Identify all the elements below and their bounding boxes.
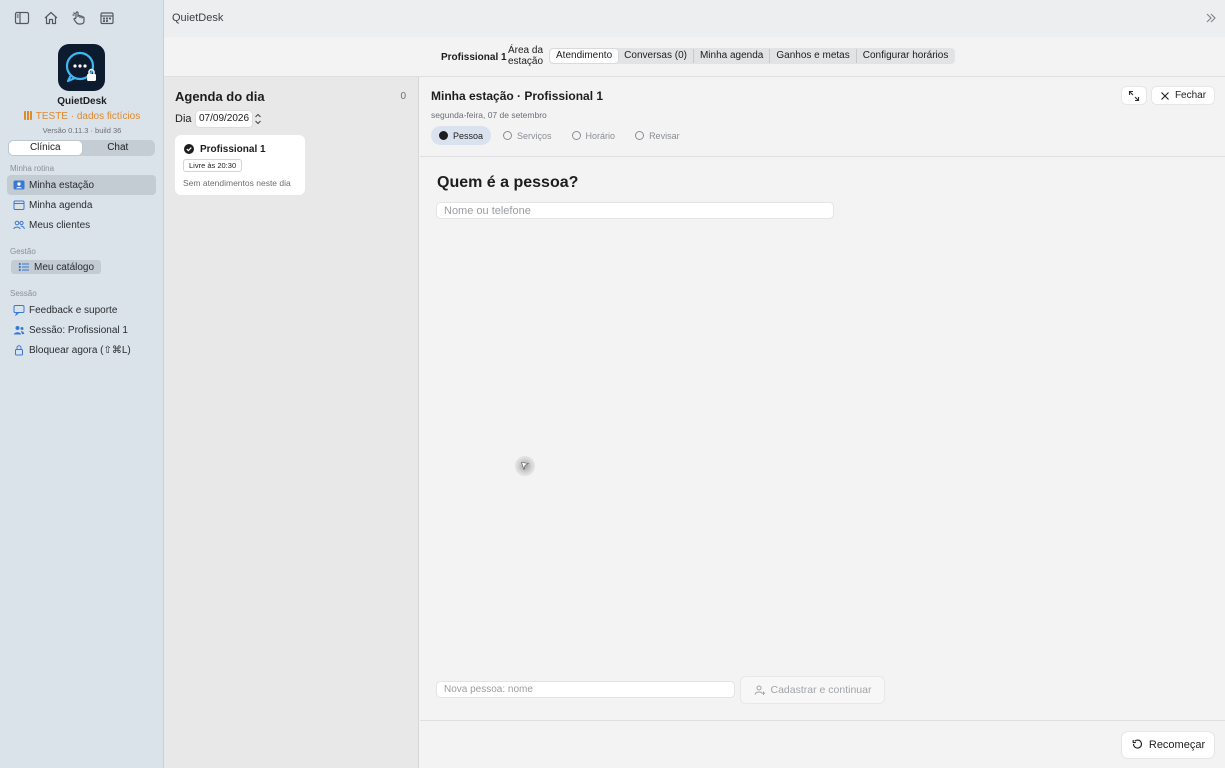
date-stepper[interactable] xyxy=(254,111,262,127)
expand-arrows-icon xyxy=(1128,90,1140,101)
chevron-double-right-icon[interactable] xyxy=(1205,12,1217,24)
section-routine: Minha rotina xyxy=(10,164,55,173)
agenda-panel: Agenda do dia 0 Dia 07/09/2026 Profissio… xyxy=(164,77,419,768)
person-card-icon xyxy=(13,179,25,191)
step-label: Pessoa xyxy=(453,130,484,141)
section-session: Sessão xyxy=(10,289,37,298)
hand-pointer-icon[interactable] xyxy=(71,10,87,26)
professional-name: Profissional 1 xyxy=(200,144,266,155)
empty-day-text: Sem atendimentos neste dia xyxy=(183,178,291,188)
sidebar-item-label: Bloquear agora (⇧⌘L) xyxy=(29,344,131,356)
test-badge-icon xyxy=(23,111,32,120)
sidebar-item-minha-agenda[interactable]: Minha agenda xyxy=(7,195,156,215)
step-horario[interactable]: Horário xyxy=(564,126,624,145)
page-date: segunda-feira, 07 de setembro xyxy=(431,110,547,120)
sidebar-item-meu-catalogo[interactable]: Meu catálogo xyxy=(11,260,102,274)
mode-segmented-control: Clínica Chat xyxy=(8,140,155,156)
close-icon xyxy=(1160,91,1170,101)
mouse-cursor xyxy=(515,456,535,476)
person-search-input[interactable] xyxy=(437,203,833,218)
current-professional: Profissional 1 xyxy=(441,52,507,63)
register-label: Cadastrar e continuar xyxy=(770,684,872,696)
step-dot-icon xyxy=(635,131,645,140)
professional-card[interactable]: Profissional 1 Livre às 20:30 Sem atendi… xyxy=(175,135,305,195)
area-label: Área da estação xyxy=(508,45,544,67)
app-name: QuietDesk xyxy=(57,96,107,107)
window-title: QuietDesk xyxy=(172,12,224,24)
test-mode-badge: TESTE · dados fictícios xyxy=(0,111,164,122)
sidebar-item-meus-clientes[interactable]: Meus clientes xyxy=(7,215,156,235)
restart-button[interactable]: Recomeçar xyxy=(1122,732,1214,758)
tab-atendimento[interactable]: Atendimento xyxy=(550,49,619,63)
wizard-steps: Pessoa Serviços Horário Revisar xyxy=(431,126,692,145)
new-person-name-input[interactable] xyxy=(437,682,734,697)
sidebar-item-label: Feedback e suporte xyxy=(29,304,118,316)
step-dot-icon xyxy=(571,131,581,140)
tab-conversas[interactable]: Conversas (0) xyxy=(618,49,694,63)
step-label: Revisar xyxy=(649,130,680,141)
version-label: Versão 0.11.3 · build 36 xyxy=(42,126,122,135)
day-label: Dia xyxy=(175,113,192,125)
restart-icon xyxy=(1131,739,1143,751)
mode-tab-chat[interactable]: Chat xyxy=(82,141,155,155)
sidebar-item-minha-estacao[interactable]: Minha estação xyxy=(7,175,156,195)
lock-icon xyxy=(13,344,25,356)
test-badge-label: TESTE · dados fictícios xyxy=(35,111,141,122)
expand-button[interactable] xyxy=(1122,87,1146,104)
step-pessoa[interactable]: Pessoa xyxy=(431,126,492,145)
station-tab-bar: Profissional 1 Área da estação Atendimen… xyxy=(164,37,1225,77)
checkmark-circle-icon xyxy=(184,144,194,154)
tab-configurar-horarios[interactable]: Configurar horários xyxy=(857,49,955,63)
mode-tab-clinica[interactable]: Clínica xyxy=(9,141,82,155)
people-icon xyxy=(13,219,25,231)
section-management: Gestão xyxy=(10,247,36,256)
divider xyxy=(420,720,1225,721)
sidebar-item-label: Minha estação xyxy=(29,179,95,191)
person-icon xyxy=(13,324,25,336)
sidebar-item-label: Meus clientes xyxy=(29,219,91,231)
person-add-icon xyxy=(754,684,766,696)
home-icon[interactable] xyxy=(43,10,59,26)
close-button[interactable]: Fechar xyxy=(1152,87,1214,104)
page-title: Minha estação · Profissional 1 xyxy=(431,89,604,103)
sidebar-toggle-icon[interactable] xyxy=(14,10,30,26)
person-question: Quem é a pessoa? xyxy=(437,174,579,191)
free-slot-badge: Livre às 20:30 xyxy=(183,159,243,172)
title-bar: QuietDesk xyxy=(164,0,1225,37)
app-logo xyxy=(58,44,105,91)
date-field[interactable]: 07/09/2026 xyxy=(196,111,252,127)
tab-ganhos-e-metas[interactable]: Ganhos e metas xyxy=(770,49,857,63)
step-servicos[interactable]: Serviços xyxy=(495,126,560,145)
calendar-icon xyxy=(13,199,25,211)
chat-bubble-icon xyxy=(13,304,25,316)
calendar-toolbar-icon[interactable] xyxy=(99,10,115,26)
list-icon xyxy=(18,261,30,273)
agenda-title: Agenda do dia xyxy=(175,89,265,104)
sidebar-item-lock-now[interactable]: Bloquear agora (⇧⌘L) xyxy=(7,340,156,360)
station-tabs: Atendimento Conversas (0) Minha agenda G… xyxy=(549,48,956,64)
sidebar-item-label: Meu catálogo xyxy=(34,261,95,273)
step-label: Horário xyxy=(585,130,616,141)
register-and-continue-button[interactable]: Cadastrar e continuar xyxy=(741,677,884,703)
step-label: Serviços xyxy=(517,130,552,141)
sidebar: QuietDesk TESTE · dados fictícios Versão… xyxy=(0,0,164,768)
main-pane: Minha estação · Profissional 1 segunda-f… xyxy=(420,77,1225,768)
agenda-count: 0 xyxy=(400,91,406,102)
sidebar-item-session-profile[interactable]: Sessão: Profissional 1 xyxy=(7,320,156,340)
step-dot-icon xyxy=(503,131,513,140)
restart-label: Recomeçar xyxy=(1148,739,1206,751)
tab-minha-agenda[interactable]: Minha agenda xyxy=(694,49,771,63)
sidebar-item-label: Minha agenda xyxy=(29,199,93,211)
sidebar-item-feedback[interactable]: Feedback e suporte xyxy=(7,300,156,320)
chat-lock-icon xyxy=(65,51,96,83)
step-dot-icon xyxy=(439,131,448,140)
stepper-arrows-icon xyxy=(255,113,261,125)
close-label: Fechar xyxy=(1174,90,1207,101)
sidebar-item-label: Sessão: Profissional 1 xyxy=(29,324,128,336)
divider xyxy=(420,156,1225,157)
cursor-arrow-icon xyxy=(521,462,529,470)
step-revisar[interactable]: Revisar xyxy=(627,126,688,145)
